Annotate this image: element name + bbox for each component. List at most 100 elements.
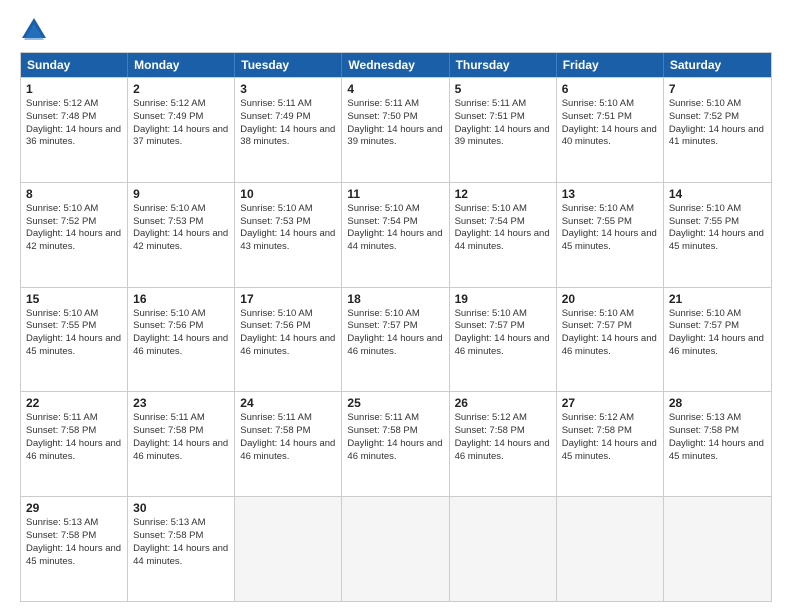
day-16: 16 Sunrise: 5:10 AM Sunset: 7:56 PM Dayli… (128, 288, 235, 392)
day-info: Sunrise: 5:11 AM Sunset: 7:58 PM Dayligh… (240, 412, 336, 463)
week-row-2: 8 Sunrise: 5:10 AM Sunset: 7:52 PM Daylig… (21, 182, 771, 287)
empty-cell (235, 497, 342, 601)
day-info: Sunrise: 5:11 AM Sunset: 7:49 PM Dayligh… (240, 98, 336, 149)
day-21: 21 Sunrise: 5:10 AM Sunset: 7:57 PM Dayli… (664, 288, 771, 392)
day-info: Sunrise: 5:10 AM Sunset: 7:53 PM Dayligh… (133, 203, 229, 254)
week-row-1: 1 Sunrise: 5:12 AM Sunset: 7:48 PM Daylig… (21, 77, 771, 182)
day-info: Sunrise: 5:13 AM Sunset: 7:58 PM Dayligh… (669, 412, 766, 463)
empty-cell (342, 497, 449, 601)
week-row-5: 29 Sunrise: 5:13 AM Sunset: 7:58 PM Dayli… (21, 496, 771, 601)
day-number: 2 (133, 82, 229, 96)
day-info: Sunrise: 5:10 AM Sunset: 7:55 PM Dayligh… (26, 308, 122, 359)
day-info: Sunrise: 5:12 AM Sunset: 7:49 PM Dayligh… (133, 98, 229, 149)
day-number: 28 (669, 396, 766, 410)
day-18: 18 Sunrise: 5:10 AM Sunset: 7:57 PM Dayli… (342, 288, 449, 392)
day-12: 12 Sunrise: 5:10 AM Sunset: 7:54 PM Dayli… (450, 183, 557, 287)
day-number: 17 (240, 292, 336, 306)
header-tuesday: Tuesday (235, 53, 342, 77)
day-info: Sunrise: 5:11 AM Sunset: 7:50 PM Dayligh… (347, 98, 443, 149)
empty-cell (450, 497, 557, 601)
day-info: Sunrise: 5:10 AM Sunset: 7:56 PM Dayligh… (240, 308, 336, 359)
page: SundayMondayTuesdayWednesdayThursdayFrid… (0, 0, 792, 612)
day-number: 1 (26, 82, 122, 96)
day-info: Sunrise: 5:10 AM Sunset: 7:55 PM Dayligh… (562, 203, 658, 254)
day-info: Sunrise: 5:12 AM Sunset: 7:58 PM Dayligh… (455, 412, 551, 463)
day-26: 26Sunrise: 5:12 AM Sunset: 7:58 PM Dayli… (450, 392, 557, 496)
day-2: 2 Sunrise: 5:12 AM Sunset: 7:49 PM Daylig… (128, 78, 235, 182)
day-28: 28 Sunrise: 5:13 AM Sunset: 7:58 PM Dayli… (664, 392, 771, 496)
day-22: 22 Sunrise: 5:11 AM Sunset: 7:58 PM Dayli… (21, 392, 128, 496)
day-info: Sunrise: 5:10 AM Sunset: 7:57 PM Dayligh… (669, 308, 766, 359)
week-row-4: 22 Sunrise: 5:11 AM Sunset: 7:58 PM Dayli… (21, 391, 771, 496)
day-number: 3 (240, 82, 336, 96)
day-number: 29 (26, 501, 122, 515)
day-number: 25 (347, 396, 443, 410)
day-9: 9 Sunrise: 5:10 AM Sunset: 7:53 PM Daylig… (128, 183, 235, 287)
day-number: 16 (133, 292, 229, 306)
day-info: Sunrise: 5:10 AM Sunset: 7:52 PM Dayligh… (26, 203, 122, 254)
day-24: 24 Sunrise: 5:11 AM Sunset: 7:58 PM Dayli… (235, 392, 342, 496)
day-info: Sunrise: 5:10 AM Sunset: 7:54 PM Dayligh… (347, 203, 443, 254)
header-monday: Monday (128, 53, 235, 77)
day-number: 11 (347, 187, 443, 201)
empty-cell (664, 497, 771, 601)
day-7: 7Sunrise: 5:10 AM Sunset: 7:52 PM Daylig… (664, 78, 771, 182)
day-number: 27 (562, 396, 658, 410)
day-19: 19Sunrise: 5:10 AM Sunset: 7:57 PM Dayli… (450, 288, 557, 392)
day-20: 20Sunrise: 5:10 AM Sunset: 7:57 PM Dayli… (557, 288, 664, 392)
day-number: 12 (455, 187, 551, 201)
day-number: 6 (562, 82, 658, 96)
day-number: 9 (133, 187, 229, 201)
day-number: 24 (240, 396, 336, 410)
day-number: 5 (455, 82, 551, 96)
logo (20, 16, 52, 44)
day-info: Sunrise: 5:13 AM Sunset: 7:58 PM Dayligh… (133, 517, 229, 568)
day-6: 6Sunrise: 5:10 AM Sunset: 7:51 PM Daylig… (557, 78, 664, 182)
day-info: Sunrise: 5:13 AM Sunset: 7:58 PM Dayligh… (26, 517, 122, 568)
day-info: Sunrise: 5:10 AM Sunset: 7:54 PM Dayligh… (455, 203, 551, 254)
day-info: Sunrise: 5:10 AM Sunset: 7:55 PM Dayligh… (669, 203, 766, 254)
day-number: 7 (669, 82, 766, 96)
header (20, 16, 772, 44)
day-number: 23 (133, 396, 229, 410)
empty-cell (557, 497, 664, 601)
day-14: 14 Sunrise: 5:10 AM Sunset: 7:55 PM Dayli… (664, 183, 771, 287)
day-info: Sunrise: 5:12 AM Sunset: 7:58 PM Dayligh… (562, 412, 658, 463)
day-13: 13 Sunrise: 5:10 AM Sunset: 7:55 PM Dayli… (557, 183, 664, 287)
day-info: Sunrise: 5:11 AM Sunset: 7:58 PM Dayligh… (347, 412, 443, 463)
week-row-3: 15 Sunrise: 5:10 AM Sunset: 7:55 PM Dayli… (21, 287, 771, 392)
day-10: 10 Sunrise: 5:10 AM Sunset: 7:53 PM Dayli… (235, 183, 342, 287)
calendar-header: SundayMondayTuesdayWednesdayThursdayFrid… (21, 53, 771, 77)
day-27: 27 Sunrise: 5:12 AM Sunset: 7:58 PM Dayli… (557, 392, 664, 496)
day-number: 30 (133, 501, 229, 515)
day-number: 15 (26, 292, 122, 306)
day-info: Sunrise: 5:11 AM Sunset: 7:58 PM Dayligh… (26, 412, 122, 463)
day-25: 25 Sunrise: 5:11 AM Sunset: 7:58 PM Dayli… (342, 392, 449, 496)
day-info: Sunrise: 5:10 AM Sunset: 7:53 PM Dayligh… (240, 203, 336, 254)
day-number: 18 (347, 292, 443, 306)
header-sunday: Sunday (21, 53, 128, 77)
header-wednesday: Wednesday (342, 53, 449, 77)
day-info: Sunrise: 5:12 AM Sunset: 7:48 PM Dayligh… (26, 98, 122, 149)
day-30: 30 Sunrise: 5:13 AM Sunset: 7:58 PM Dayli… (128, 497, 235, 601)
day-info: Sunrise: 5:10 AM Sunset: 7:56 PM Dayligh… (133, 308, 229, 359)
day-info: Sunrise: 5:11 AM Sunset: 7:51 PM Dayligh… (455, 98, 551, 149)
calendar: SundayMondayTuesdayWednesdayThursdayFrid… (20, 52, 772, 602)
logo-icon (20, 16, 48, 44)
day-number: 10 (240, 187, 336, 201)
day-number: 22 (26, 396, 122, 410)
header-saturday: Saturday (664, 53, 771, 77)
day-info: Sunrise: 5:10 AM Sunset: 7:57 PM Dayligh… (455, 308, 551, 359)
day-23: 23Sunrise: 5:11 AM Sunset: 7:58 PM Dayli… (128, 392, 235, 496)
day-3: 3 Sunrise: 5:11 AM Sunset: 7:49 PM Daylig… (235, 78, 342, 182)
day-info: Sunrise: 5:10 AM Sunset: 7:57 PM Dayligh… (347, 308, 443, 359)
day-1: 1 Sunrise: 5:12 AM Sunset: 7:48 PM Daylig… (21, 78, 128, 182)
day-number: 13 (562, 187, 658, 201)
day-number: 8 (26, 187, 122, 201)
day-number: 21 (669, 292, 766, 306)
day-11: 11 Sunrise: 5:10 AM Sunset: 7:54 PM Dayli… (342, 183, 449, 287)
day-number: 14 (669, 187, 766, 201)
calendar-body: 1 Sunrise: 5:12 AM Sunset: 7:48 PM Daylig… (21, 77, 771, 601)
day-29: 29 Sunrise: 5:13 AM Sunset: 7:58 PM Dayli… (21, 497, 128, 601)
day-4: 4Sunrise: 5:11 AM Sunset: 7:50 PM Daylig… (342, 78, 449, 182)
